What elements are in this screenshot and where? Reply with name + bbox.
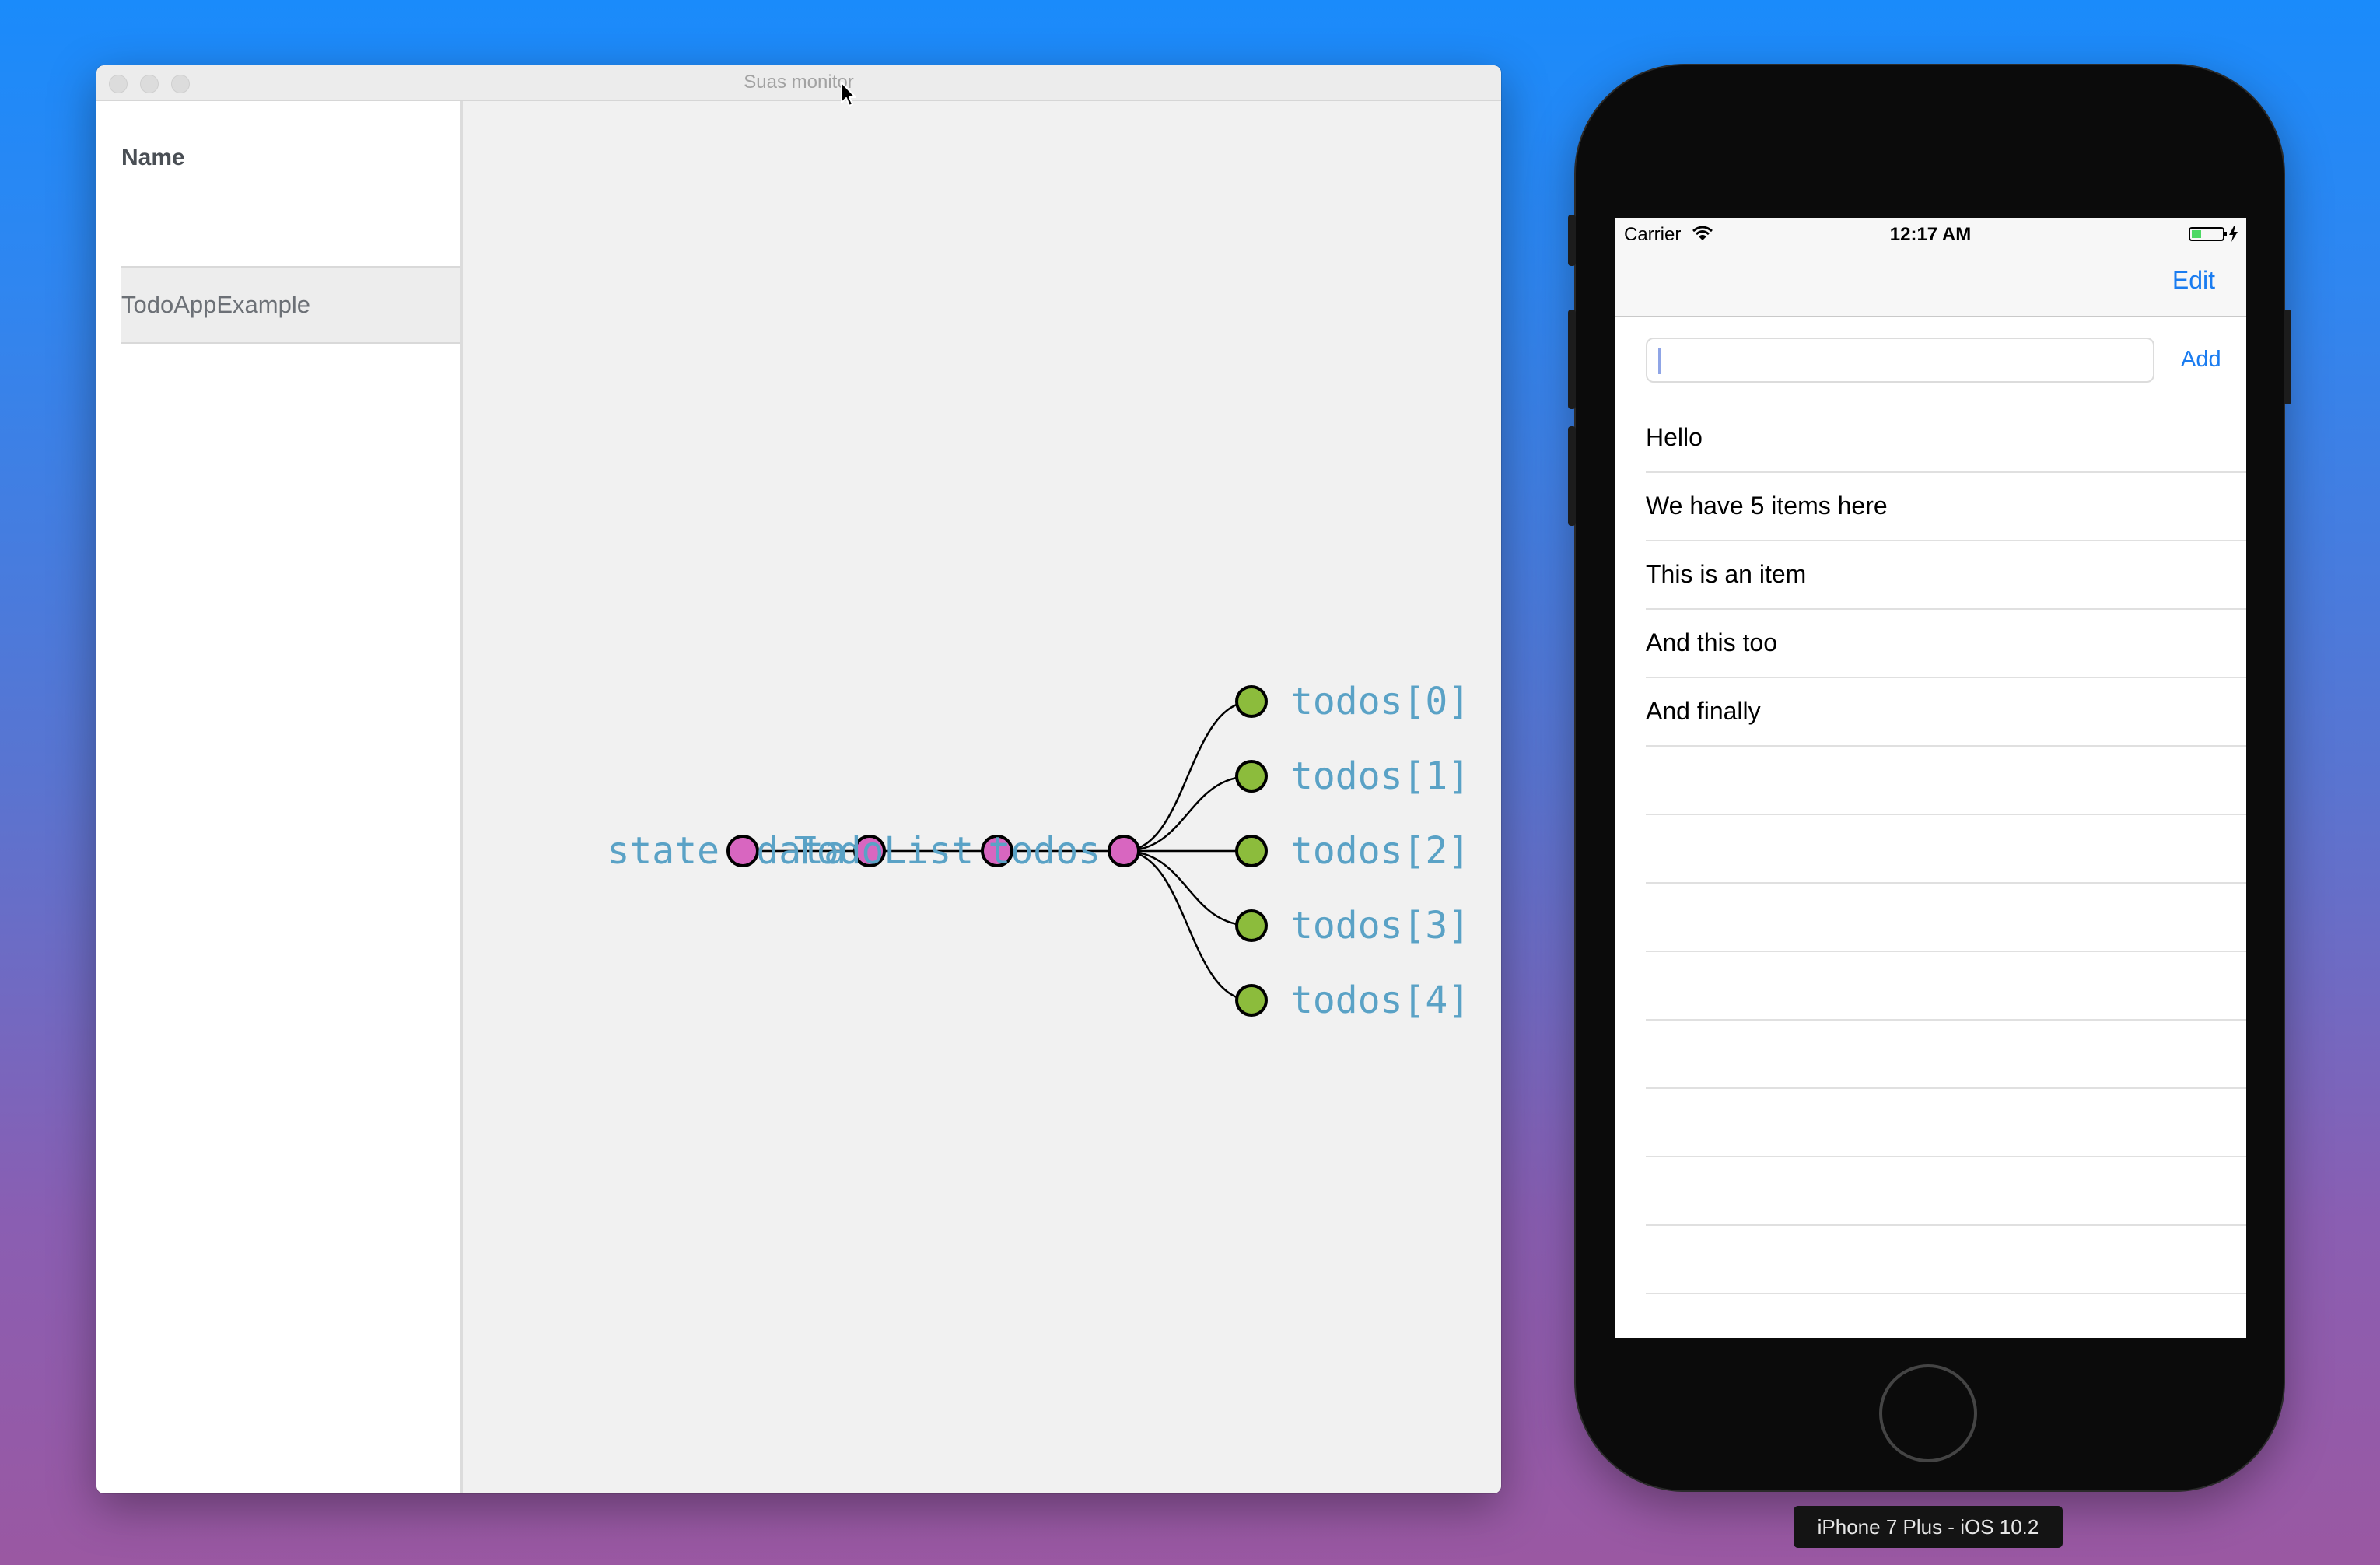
tree-node-label: todos[0]	[1290, 680, 1470, 723]
tree-node[interactable]	[1235, 760, 1268, 793]
tree-node[interactable]	[1235, 835, 1268, 867]
suas-monitor-window: Suas monitor Name TodoAppExample state da…	[96, 65, 1501, 1493]
navigation-bar: Edit	[1615, 249, 2246, 317]
tree-node-label: TodoList	[794, 829, 974, 873]
home-button[interactable]	[1879, 1364, 1977, 1462]
tree-node-label: state	[607, 829, 720, 873]
todo-label: And finally	[1646, 697, 1761, 725]
tree-node[interactable]	[1108, 835, 1140, 867]
status-time: 12:17 AM	[1889, 224, 1972, 245]
todo-row[interactable]: And this too	[1646, 610, 2246, 678]
tree-edge	[1123, 775, 1252, 853]
empty-row	[1646, 1089, 2246, 1157]
state-tree-canvas[interactable]: state data TodoList todos todos[0] todos[1] to…	[463, 101, 1501, 1493]
sidebar-item-label: TodoAppExample	[121, 291, 310, 318]
power-button	[2284, 310, 2291, 404]
empty-row	[1646, 952, 2246, 1021]
tree-node[interactable]	[1235, 685, 1268, 718]
tree-edge	[1123, 700, 1252, 853]
status-bar: Carrier 12:17 AM	[1615, 218, 2246, 249]
tree-node-label: todos	[989, 829, 1101, 873]
window-titlebar[interactable]: Suas monitor	[96, 65, 1501, 101]
tree-node-label: todos[3]	[1290, 904, 1470, 947]
window-title: Suas monitor	[744, 72, 854, 93]
tree-node[interactable]	[1235, 984, 1268, 1017]
iphone-simulator: Carrier 12:17 AM Edit Add Hello We have 5…	[1568, 65, 2291, 1490]
tree-node-label: todos[2]	[1290, 829, 1470, 873]
phone-screen: Carrier 12:17 AM Edit Add Hello We have 5…	[1615, 218, 2246, 1338]
todo-row[interactable]: This is an item	[1646, 541, 2246, 610]
simulator-device-label: iPhone 7 Plus - iOS 10.2	[1794, 1506, 2063, 1548]
new-todo-input[interactable]	[1646, 338, 2154, 383]
tree-edge	[1123, 849, 1252, 927]
tree-node-label: todos[1]	[1290, 754, 1470, 798]
todo-label: We have 5 items here	[1646, 492, 1888, 520]
empty-row	[1646, 1226, 2246, 1294]
volume-up-button	[1568, 310, 1576, 409]
tree-edge	[1123, 849, 1252, 1002]
text-caret	[1658, 348, 1661, 374]
todo-label: This is an item	[1646, 560, 1807, 588]
volume-down-button	[1568, 426, 1576, 526]
empty-row	[1646, 1157, 2246, 1226]
edit-button[interactable]: Edit	[2172, 266, 2215, 295]
state-tree-graph: state dataTodoList todostodos[0]todos[1]to…	[607, 680, 1471, 1022]
add-todo-button[interactable]: Add	[2181, 347, 2221, 373]
battery-charging-icon	[2189, 226, 2238, 242]
empty-row	[1646, 815, 2246, 884]
tree-node[interactable]	[1235, 909, 1268, 942]
todo-row[interactable]: Hello	[1646, 404, 2246, 473]
sidebar-column-header[interactable]: Name	[121, 145, 185, 171]
mouse-pointer-icon	[841, 82, 856, 107]
sidebar-item-todoappexample[interactable]: TodoAppExample	[121, 266, 460, 344]
todo-label: And this too	[1646, 628, 1777, 656]
tree-node[interactable]	[726, 835, 759, 867]
empty-row	[1646, 747, 2246, 815]
todo-row[interactable]: And finally	[1646, 678, 2246, 747]
sidebar: Name TodoAppExample	[96, 101, 463, 1493]
todo-row[interactable]: We have 5 items here	[1646, 473, 2246, 541]
tree-node-label: todos[4]	[1290, 979, 1470, 1022]
empty-row	[1646, 1021, 2246, 1089]
empty-row	[1646, 884, 2246, 952]
mute-switch	[1568, 215, 1576, 266]
todo-label: Hello	[1646, 423, 1703, 451]
